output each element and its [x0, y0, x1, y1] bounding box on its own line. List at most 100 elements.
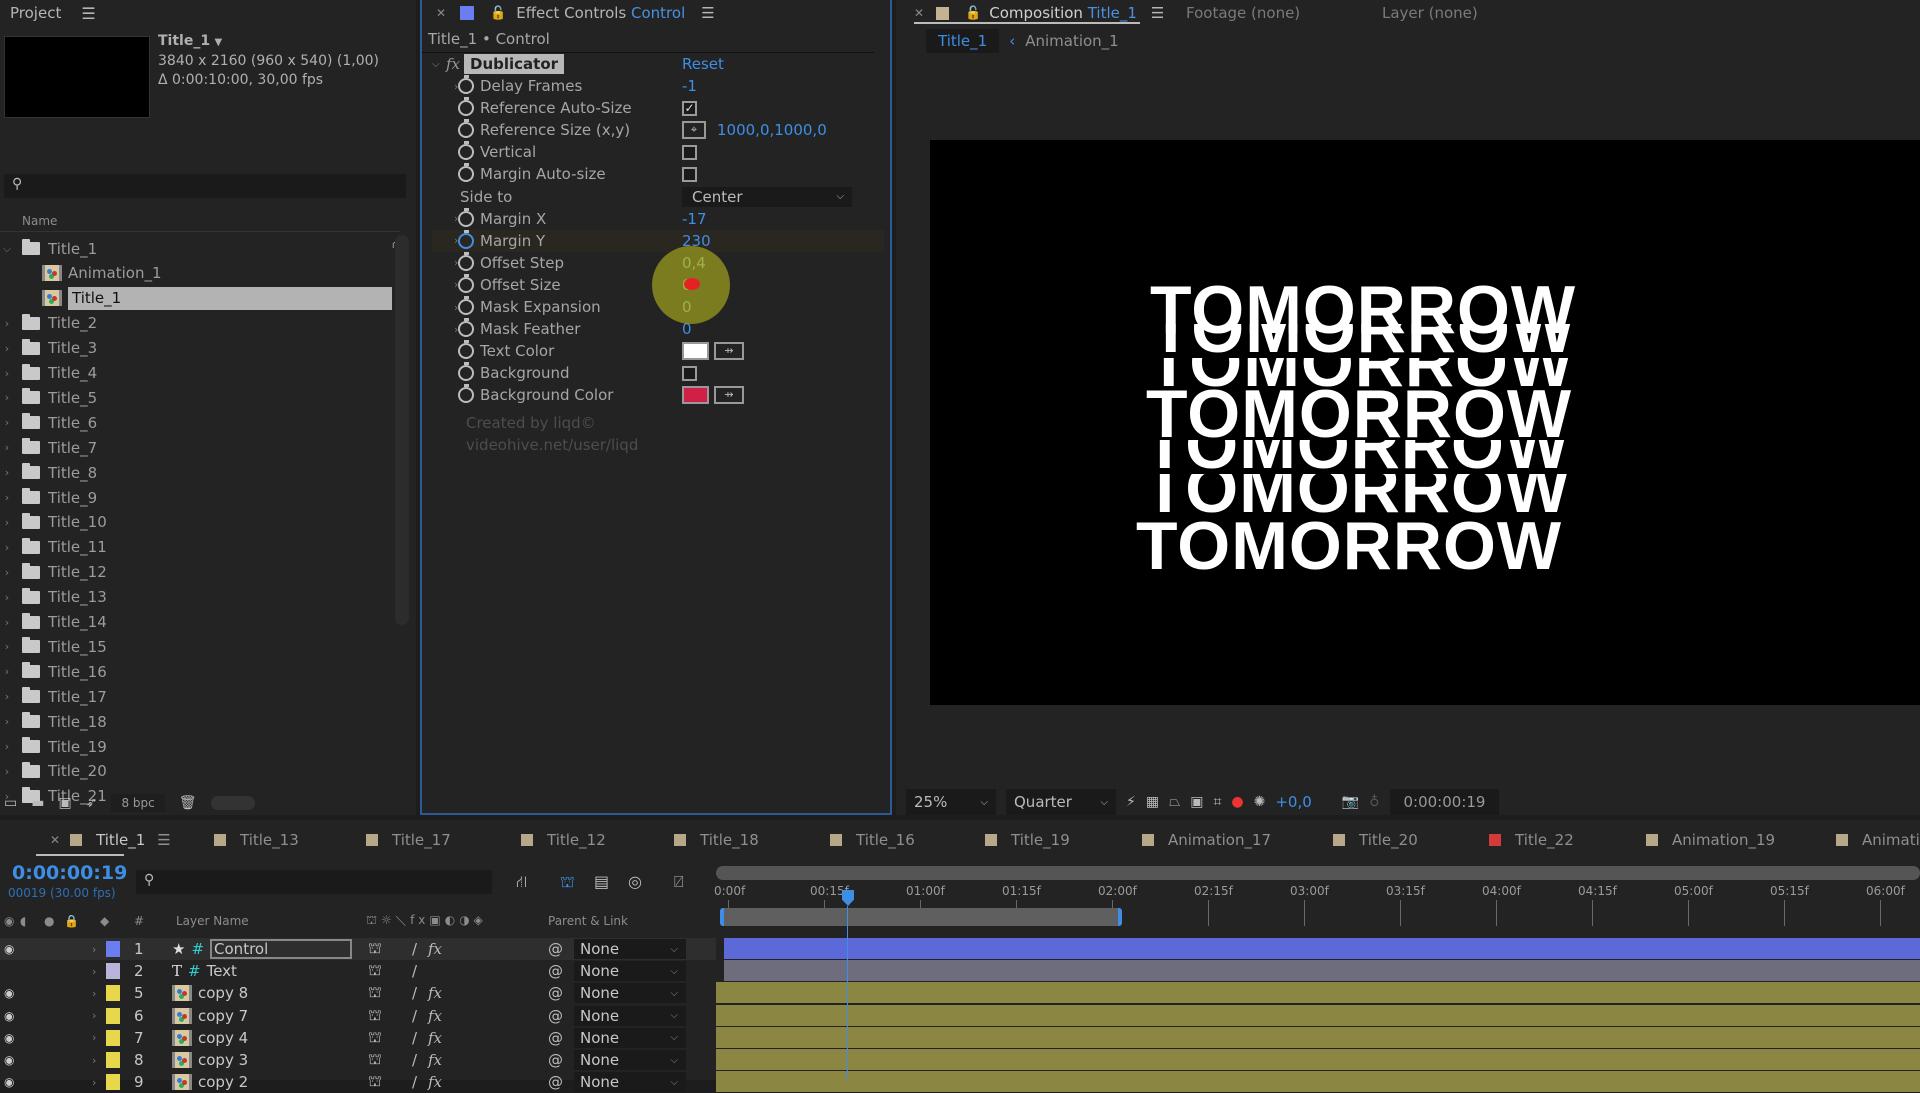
- layer-duration-bar[interactable]: [716, 1071, 1920, 1093]
- resolution-dropdown[interactable]: Quarter ⌵: [1006, 789, 1116, 815]
- stopwatch-icon[interactable]: [458, 119, 474, 139]
- chevron-right-icon[interactable]: ›: [0, 665, 14, 678]
- layer-duration-bar[interactable]: [716, 982, 1920, 1004]
- checkbox[interactable]: [682, 144, 697, 160]
- layer-name[interactable]: copy 4: [198, 1029, 248, 1047]
- visibility-toggle[interactable]: ◉: [4, 942, 14, 956]
- trash-icon[interactable]: 🗑: [179, 795, 197, 811]
- timeline-tab[interactable]: Animatic: [1836, 828, 1920, 852]
- stopwatch-icon[interactable]: [458, 384, 474, 404]
- label-color[interactable]: [106, 963, 120, 980]
- fx-switch-icon[interactable]: fx: [428, 1029, 442, 1047]
- new-folder-icon[interactable]: ▬: [31, 795, 44, 811]
- timeline-tab[interactable]: Title_19: [985, 828, 1070, 852]
- comp-viewer[interactable]: TOMORROWTOMORROWTOMORROWTOMORROWTOMORROW…: [930, 140, 1920, 705]
- label-color[interactable]: [106, 1007, 120, 1024]
- project-item[interactable]: › Title_20: [0, 759, 392, 784]
- pick-whip-icon[interactable]: @: [548, 1007, 563, 1025]
- project-item[interactable]: ⌵ Title_1: [0, 236, 392, 261]
- project-item[interactable]: › Title_5: [0, 385, 392, 410]
- chevron-right-icon[interactable]: ›: [0, 640, 14, 653]
- layer-name[interactable]: copy 8: [198, 984, 248, 1002]
- chevron-right-icon[interactable]: ›: [0, 391, 14, 404]
- close-icon[interactable]: ✕: [50, 833, 60, 847]
- stopwatch-icon[interactable]: [458, 362, 474, 382]
- layer-row[interactable]: ◉ › 1 ★ # Control ⛫ / fx @ None ⌵: [0, 938, 716, 960]
- chevron-right-icon[interactable]: ›: [432, 234, 458, 247]
- shy-switch-icon[interactable]: ⛫: [368, 1006, 382, 1026]
- chevron-right-icon[interactable]: ›: [0, 715, 14, 728]
- timeline-tab[interactable]: Title_22: [1489, 828, 1574, 852]
- chevron-right-icon[interactable]: ›: [0, 690, 14, 703]
- shy-switch-icon[interactable]: ⛫: [368, 983, 382, 1003]
- effect-property[interactable]: Vertical: [432, 141, 884, 163]
- chevron-right-icon[interactable]: ›: [0, 516, 14, 529]
- effect-property[interactable]: Background Color ⇸: [432, 384, 884, 406]
- layer-duration-bar[interactable]: [724, 938, 1920, 959]
- parent-dropdown[interactable]: None ⌵: [574, 961, 686, 982]
- number-column[interactable]: #: [134, 914, 144, 928]
- timecode-display[interactable]: 0:00:00:19: [1389, 789, 1500, 815]
- chevron-right-icon[interactable]: ›: [0, 541, 14, 554]
- parent-dropdown[interactable]: None ⌵: [574, 939, 686, 959]
- transparency-grid-icon[interactable]: ▦: [1146, 794, 1159, 810]
- chevron-right-icon[interactable]: ›: [0, 616, 14, 629]
- layer-row[interactable]: ◉ › 5 copy 8 ⛫ / fx @ None ⌵: [0, 982, 716, 1004]
- quality-switch-icon[interactable]: /: [412, 940, 417, 958]
- frame-blending-icon[interactable]: ▤: [594, 872, 609, 891]
- chevron-right-icon[interactable]: ›: [432, 212, 458, 225]
- work-area-navigator[interactable]: [716, 866, 1920, 880]
- property-value[interactable]: -17: [682, 210, 707, 228]
- label-color[interactable]: [106, 1074, 120, 1091]
- quality-switch-icon[interactable]: /: [412, 1073, 417, 1091]
- effect-name[interactable]: Dublicator: [464, 54, 565, 74]
- fast-preview-icon[interactable]: ⚡: [1126, 794, 1136, 810]
- chevron-right-icon[interactable]: ›: [0, 317, 14, 330]
- panel-menu-icon[interactable]: ☰: [81, 4, 95, 23]
- effect-property[interactable]: Background: [432, 362, 884, 384]
- project-item[interactable]: › Title_12: [0, 560, 392, 585]
- render-icon[interactable]: ➶: [86, 795, 98, 811]
- project-item[interactable]: › Title_4: [0, 361, 392, 386]
- shy-switch-icon[interactable]: ⛫: [368, 1028, 382, 1048]
- timeline-tab[interactable]: Animation_19: [1646, 828, 1775, 852]
- chevron-down-icon[interactable]: ⌵: [0, 242, 14, 256]
- chevron-right-icon[interactable]: ›: [0, 591, 14, 604]
- checkbox[interactable]: [682, 365, 697, 381]
- layer-row[interactable]: ◉ › 9 copy 2 ⛫ / fx @ None ⌵: [0, 1071, 716, 1093]
- effect-property[interactable]: Side to Center ⌵: [432, 186, 884, 208]
- motion-blur-icon[interactable]: ◎: [628, 872, 642, 891]
- project-item[interactable]: › Title_8: [0, 460, 392, 485]
- expand-chevron-icon[interactable]: ›: [92, 1054, 96, 1067]
- fx-icon[interactable]: fx: [446, 55, 460, 73]
- channels-icon[interactable]: ●: [1231, 794, 1243, 810]
- shy-switch-icon[interactable]: ⛫: [368, 939, 382, 959]
- parent-dropdown[interactable]: None ⌵: [574, 1050, 686, 1070]
- label-column-icon[interactable]: ◆: [100, 914, 109, 928]
- quality-switch-icon[interactable]: /: [412, 1051, 417, 1069]
- solo-column-icon[interactable]: ●: [44, 914, 54, 928]
- chevron-right-icon[interactable]: ›: [432, 256, 458, 269]
- shy-switch-icon[interactable]: ⛫: [368, 1072, 382, 1092]
- column-name[interactable]: Name: [22, 214, 57, 228]
- layer-name[interactable]: Control: [210, 939, 353, 959]
- stopwatch-icon[interactable]: [458, 141, 474, 161]
- pick-whip-icon[interactable]: @: [548, 962, 563, 980]
- timeline-tab[interactable]: Animation_17: [1142, 828, 1271, 852]
- parent-dropdown[interactable]: None ⌵: [574, 1072, 686, 1093]
- eyedropper-icon[interactable]: ⇸: [714, 386, 744, 405]
- checkbox[interactable]: [682, 166, 697, 182]
- pick-whip-icon[interactable]: @: [548, 940, 563, 958]
- stopwatch-icon[interactable]: [458, 163, 474, 183]
- stopwatch-icon[interactable]: [458, 229, 474, 249]
- project-item[interactable]: › Title_3: [0, 336, 392, 361]
- parent-dropdown[interactable]: None ⌵: [574, 983, 686, 1004]
- shy-switch-icon[interactable]: ⛫: [368, 1050, 382, 1070]
- new-comp-icon[interactable]: ▣: [58, 795, 71, 811]
- quality-switch-icon[interactable]: /: [412, 962, 417, 980]
- pick-whip-icon[interactable]: @: [548, 1073, 563, 1091]
- label-color[interactable]: [106, 985, 120, 1002]
- timeline-search-input[interactable]: ⚲: [136, 870, 492, 894]
- chevron-right-icon[interactable]: ›: [0, 765, 14, 778]
- layer-duration-bar[interactable]: [716, 1004, 1920, 1026]
